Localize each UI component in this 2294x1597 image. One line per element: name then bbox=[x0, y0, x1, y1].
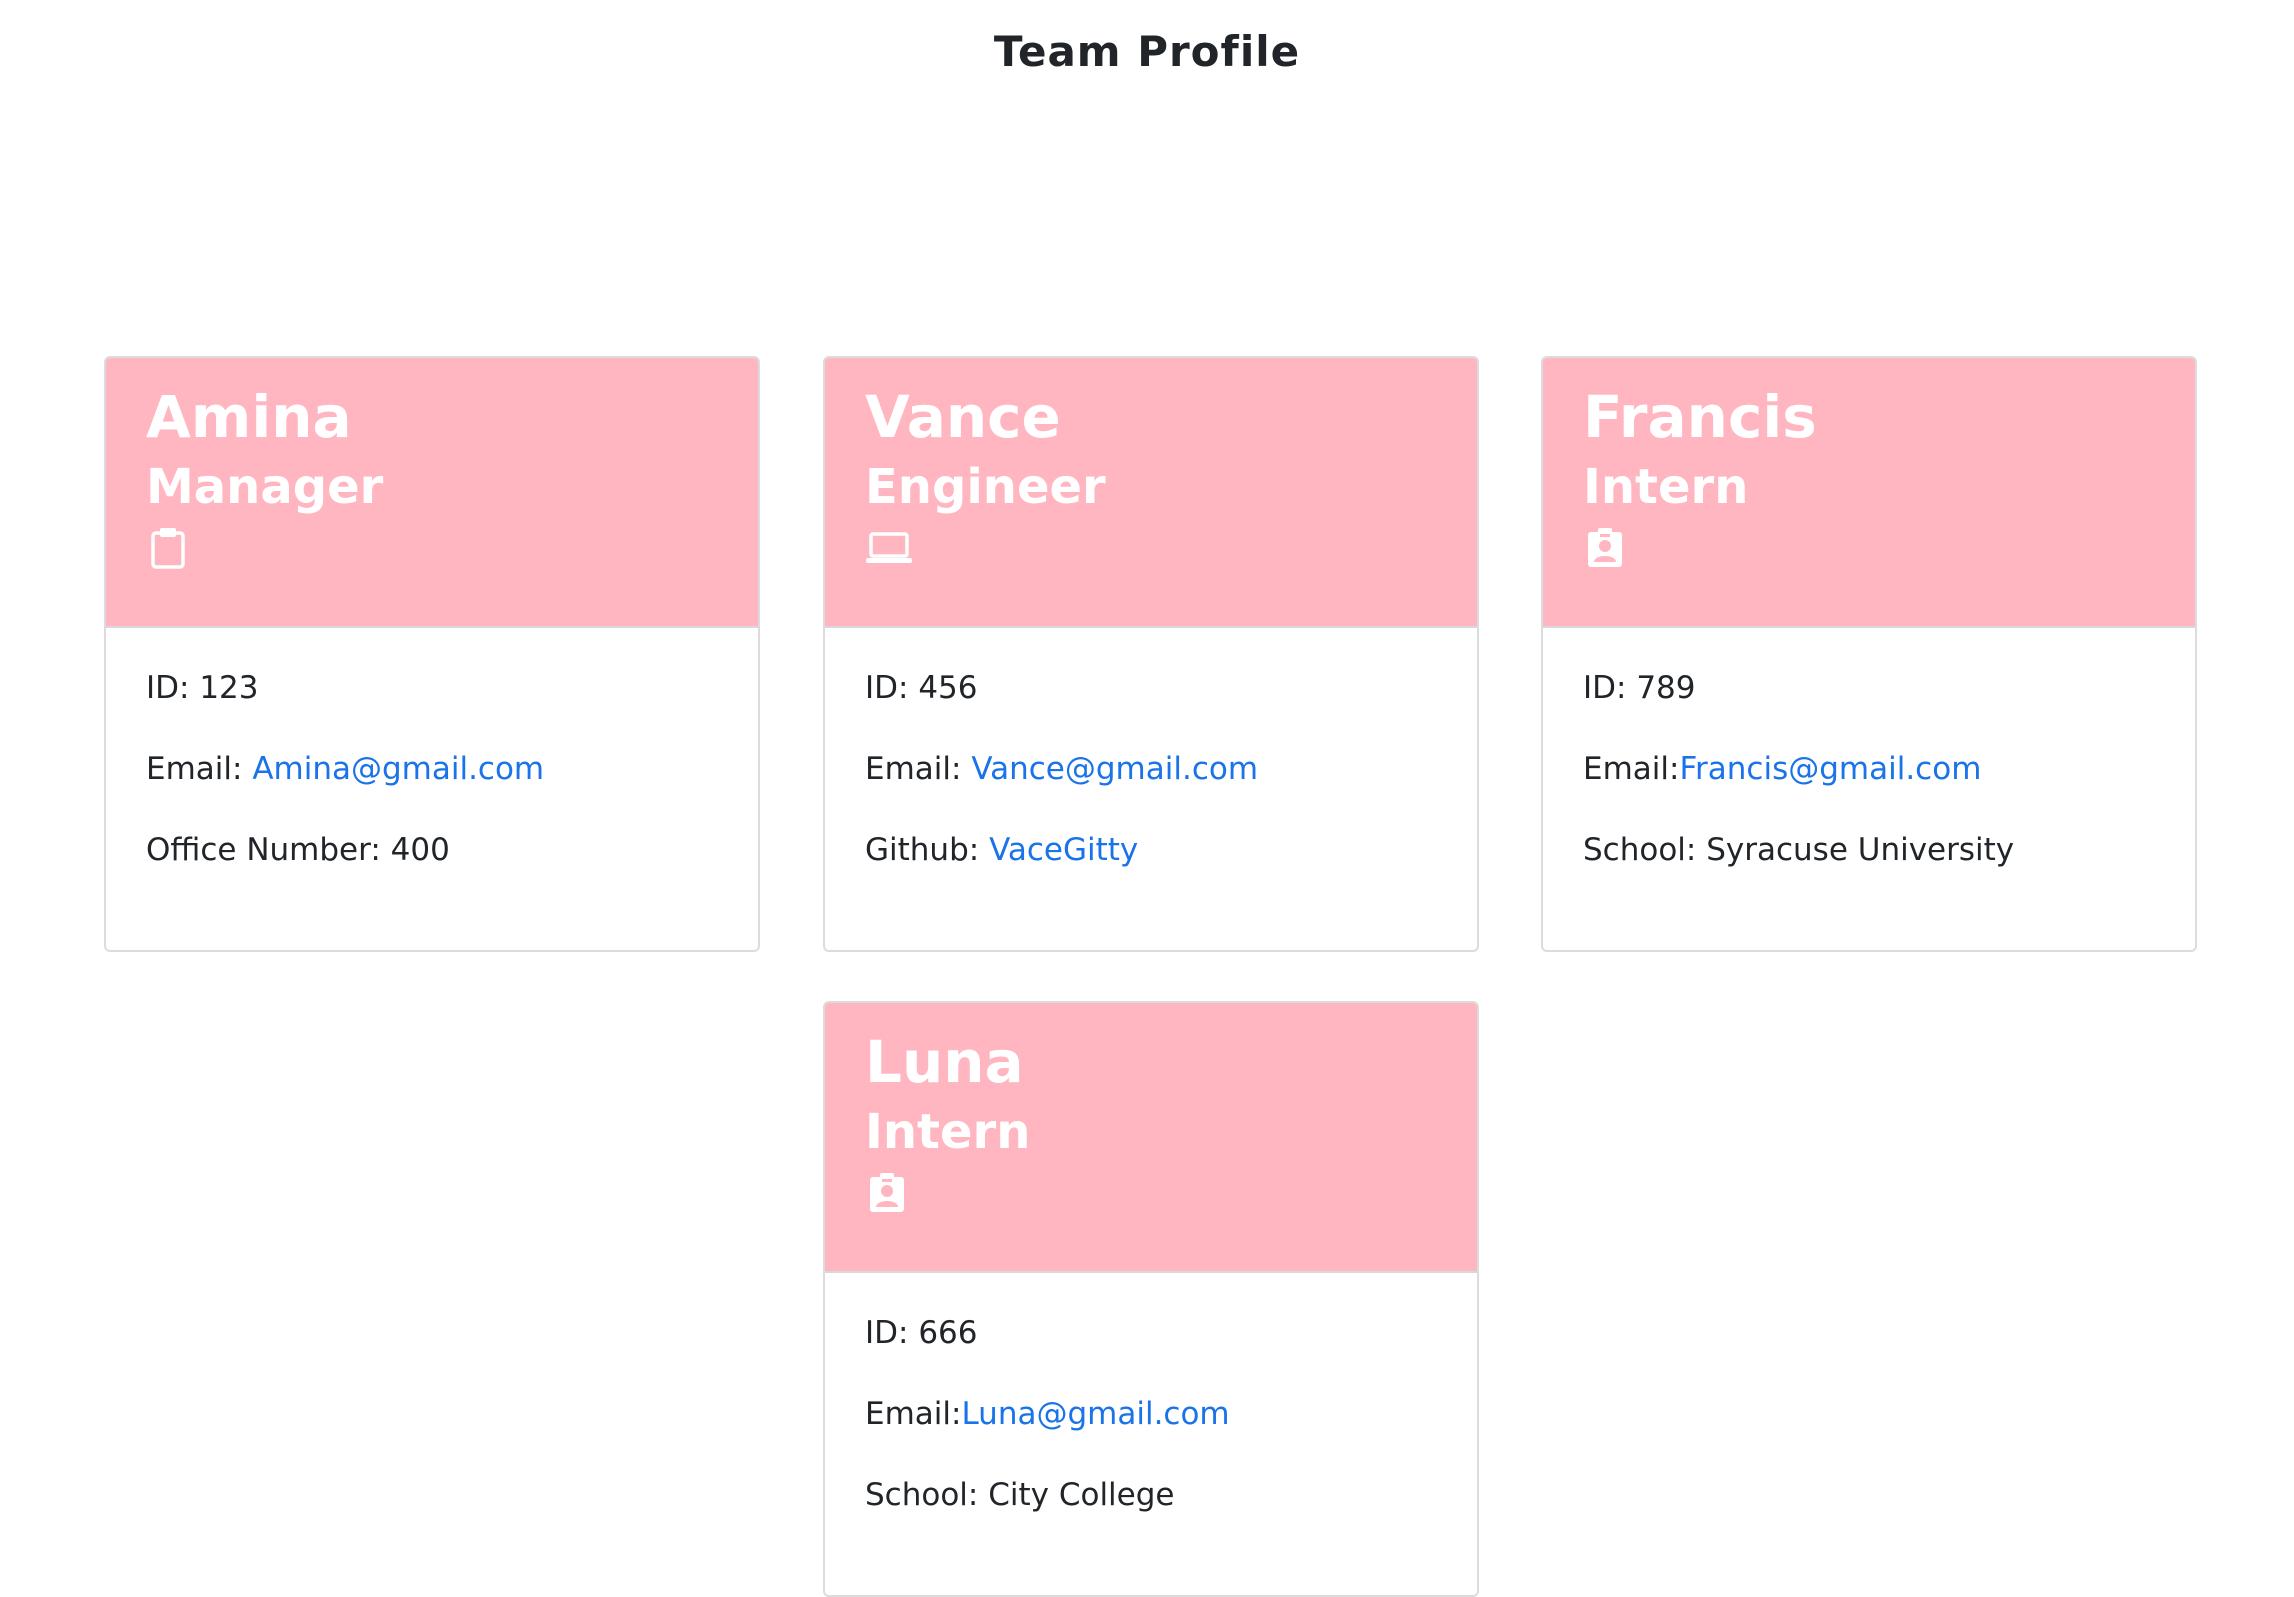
employee-id: ID: 666 bbox=[865, 1313, 1437, 1394]
employee-role: Intern bbox=[865, 1104, 1031, 1160]
employee-email: Email:Luna@gmail.com bbox=[865, 1394, 1437, 1475]
email-link[interactable]: Luna@gmail.com bbox=[961, 1396, 1229, 1432]
employee-email: Email: Amina@gmail.com bbox=[146, 749, 718, 830]
school-label: School: bbox=[865, 1477, 989, 1513]
employee-card-luna: Luna Intern ID: 666 Email:Luna@gmail.com… bbox=[823, 1001, 1479, 1597]
clipboard-icon bbox=[146, 526, 190, 570]
employee-role: Engineer bbox=[865, 459, 1106, 515]
id-value: 789 bbox=[1636, 670, 1696, 706]
school: School: City College bbox=[865, 1475, 1437, 1556]
email-label: Email: bbox=[146, 751, 253, 787]
office-number-value: 400 bbox=[390, 832, 450, 868]
id-label: ID: bbox=[146, 670, 200, 706]
employee-role: Manager bbox=[146, 459, 384, 515]
employee-name: Amina bbox=[146, 383, 352, 451]
office-number-label: Office Number: bbox=[146, 832, 391, 868]
id-badge-icon bbox=[865, 1171, 909, 1215]
github-label: Github: bbox=[865, 832, 990, 868]
card-header: Vance Engineer bbox=[825, 358, 1477, 628]
id-value: 123 bbox=[199, 670, 259, 706]
employee-card-amina: Amina Manager ID: 123 Email: Amina@gmail… bbox=[104, 356, 760, 952]
page-title: Team Profile bbox=[993, 27, 1301, 76]
employee-id: ID: 789 bbox=[1583, 668, 2155, 749]
email-link[interactable]: Francis@gmail.com bbox=[1679, 751, 1981, 787]
employee-role: Intern bbox=[1583, 459, 1749, 515]
employee-card-francis: Francis Intern ID: 789 Email:Francis@gma… bbox=[1541, 356, 2197, 952]
email-link[interactable]: Amina@gmail.com bbox=[252, 751, 544, 787]
id-label: ID: bbox=[865, 670, 919, 706]
office-number: Office Number: 400 bbox=[146, 830, 718, 911]
employee-id: ID: 123 bbox=[146, 668, 718, 749]
employee-email: Email:Francis@gmail.com bbox=[1583, 749, 2155, 830]
card-body: ID: 789 Email:Francis@gmail.com School: … bbox=[1543, 628, 2195, 911]
email-link[interactable]: Vance@gmail.com bbox=[971, 751, 1258, 787]
id-label: ID: bbox=[865, 1315, 919, 1351]
laptop-icon bbox=[865, 526, 912, 570]
employee-name: Francis bbox=[1583, 383, 1817, 451]
id-badge-icon bbox=[1583, 526, 1627, 570]
card-body: ID: 666 Email:Luna@gmail.com School: Cit… bbox=[825, 1273, 1477, 1556]
email-label: Email: bbox=[865, 1396, 962, 1432]
id-value: 666 bbox=[918, 1315, 978, 1351]
id-value: 456 bbox=[918, 670, 978, 706]
card-header: Francis Intern bbox=[1543, 358, 2195, 628]
employee-name: Vance bbox=[865, 383, 1061, 451]
school-value: Syracuse University bbox=[1706, 832, 2015, 868]
employee-email: Email: Vance@gmail.com bbox=[865, 749, 1437, 830]
id-label: ID: bbox=[1583, 670, 1637, 706]
github: Github: VaceGitty bbox=[865, 830, 1437, 911]
employee-id: ID: 456 bbox=[865, 668, 1437, 749]
school-label: School: bbox=[1583, 832, 1707, 868]
github-link[interactable]: VaceGitty bbox=[989, 832, 1138, 868]
school-value: City College bbox=[988, 1477, 1175, 1513]
card-body: ID: 456 Email: Vance@gmail.com Github: V… bbox=[825, 628, 1477, 911]
card-header: Amina Manager bbox=[106, 358, 758, 628]
employee-name: Luna bbox=[865, 1028, 1024, 1096]
email-label: Email: bbox=[1583, 751, 1680, 787]
email-label: Email: bbox=[865, 751, 972, 787]
school: School: Syracuse University bbox=[1583, 830, 2155, 911]
employee-card-vance: Vance Engineer ID: 456 Email: Vance@gmai… bbox=[823, 356, 1479, 952]
card-header: Luna Intern bbox=[825, 1003, 1477, 1273]
card-body: ID: 123 Email: Amina@gmail.com Office Nu… bbox=[106, 628, 758, 911]
